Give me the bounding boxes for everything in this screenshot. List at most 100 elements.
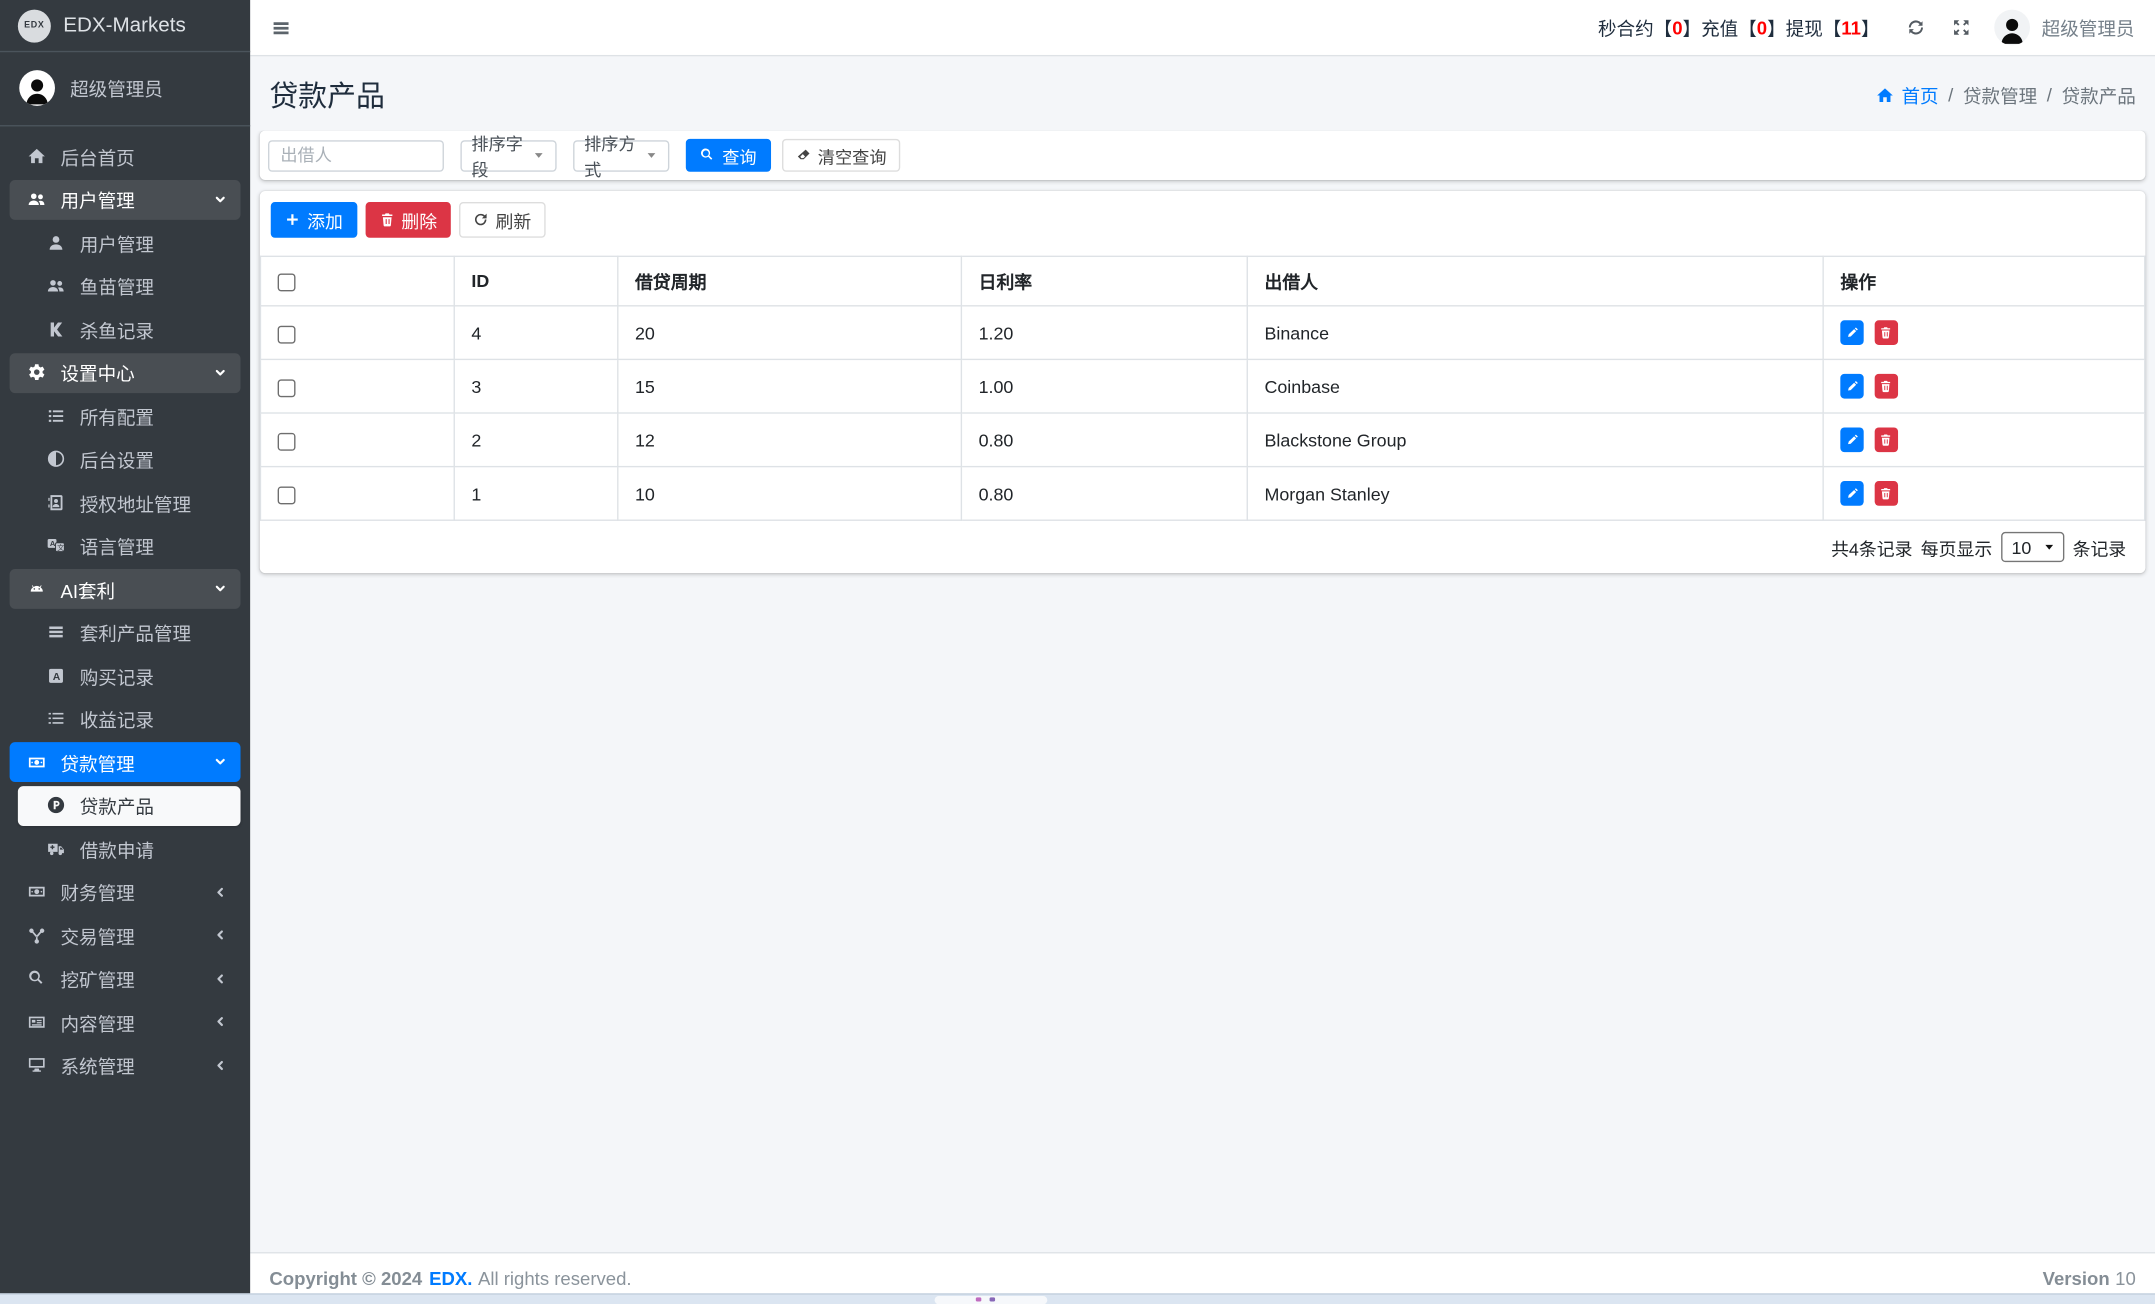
row-checkbox[interactable] <box>277 432 296 451</box>
sidebar-item-arbitrage-products[interactable]: 套利产品管理 <box>18 612 241 652</box>
delete-row-button[interactable] <box>1874 320 1898 345</box>
sitemap-icon <box>22 926 51 945</box>
refresh-button[interactable]: 刷新 <box>459 202 546 238</box>
scrollbar-thumb[interactable] <box>934 1296 1048 1304</box>
money-bill-icon <box>22 883 51 902</box>
sidebar-item-kill-fish-records[interactable]: 杀鱼记录 <box>18 309 241 349</box>
menu-toggle-icon[interactable] <box>271 17 292 38</box>
sidebar-item-all-configs[interactable]: 所有配置 <box>18 396 241 436</box>
sidebar-user-name[interactable]: 超级管理员 <box>70 74 163 101</box>
sidebar-item-ai-arbitrage[interactable]: AI套利 <box>9 569 241 609</box>
edit-row-button[interactable] <box>1840 320 1864 345</box>
table-row: 2 12 0.80 Blackstone Group <box>259 412 2146 468</box>
sidebar-item-trade-management[interactable]: 交易管理 <box>10 915 241 955</box>
sort-field-select[interactable]: 排序字段 <box>460 135 557 180</box>
chevron-down-icon <box>212 365 226 379</box>
sidebar-item-system-management[interactable]: 系统管理 <box>10 1045 241 1085</box>
bracket: 【 <box>1653 19 1673 40</box>
fullscreen-icon[interactable] <box>1951 18 1970 37</box>
delete-row-button[interactable] <box>1874 481 1898 506</box>
sort-order-select[interactable]: 排序方式 <box>573 135 670 180</box>
table-header-row: ID 借贷周期 日利率 出借人 操作 <box>259 255 2146 307</box>
sidebar-item-content-management[interactable]: 内容管理 <box>10 1002 241 1042</box>
sidebar-item-loan-applications[interactable]: 借款申请 <box>18 829 241 869</box>
sidebar-item-finance-management[interactable]: 财务管理 <box>10 872 241 912</box>
navbar-user-name[interactable]: 超级管理员 <box>2042 14 2135 41</box>
copyright-text: Copyright © 2024 <box>269 1268 423 1290</box>
edit-row-button[interactable] <box>1840 373 1864 399</box>
sidebar-item-mining-management[interactable]: 挖矿管理 <box>10 959 241 999</box>
stat-deposit: 充值【0】 <box>1701 14 1786 41</box>
edit-row-button[interactable] <box>1840 481 1864 506</box>
cell-id: 2 <box>453 412 619 468</box>
row-checkbox[interactable] <box>277 378 296 397</box>
user-avatar-icon[interactable] <box>19 70 55 106</box>
svg-text:文: 文 <box>57 543 64 552</box>
refresh-icon[interactable] <box>1906 18 1925 37</box>
navbar-avatar-icon[interactable] <box>1993 9 2030 46</box>
search-button[interactable]: 查询 <box>685 138 771 172</box>
content: 排序字段 排序方式 查询 清空查询 <box>250 130 2155 1253</box>
sidebar-item-backend-settings[interactable]: 后台设置 <box>18 439 241 479</box>
sidebar-item-settings-center[interactable]: 设置中心 <box>9 352 241 393</box>
sidebar-item-label: 借款申请 <box>79 840 154 862</box>
chevron-left-icon <box>212 1058 226 1072</box>
stat-value: 0 <box>1756 17 1768 38</box>
breadcrumb: 首页 / 贷款管理 / 贷款产品 <box>1877 81 2136 108</box>
search-icon <box>700 147 716 163</box>
sidebar-item-user-management-sub[interactable]: 用户管理 <box>18 223 241 263</box>
sidebar-item-auth-address-management[interactable]: 授权地址管理 <box>18 482 241 522</box>
sidebar-item-label: 语言管理 <box>79 537 154 559</box>
cell-id: 4 <box>453 305 619 361</box>
sidebar-item-label: 授权地址管理 <box>79 494 192 515</box>
edit-row-button[interactable] <box>1840 427 1864 453</box>
sidebar-item-profit-records[interactable]: 收益记录 <box>18 699 241 739</box>
total-records-text: 共4条记录 <box>1831 538 1913 559</box>
row-checkbox[interactable] <box>277 485 296 504</box>
delete-row-button[interactable] <box>1874 373 1898 399</box>
delete-row-button[interactable] <box>1874 427 1898 453</box>
brand[interactable]: EDX EDX-Markets <box>0 0 251 53</box>
sidebar-menu: 后台首页 用户管理 用户管理 鱼苗管理 杀鱼记录 设置中心 所有配置 后台设置 … <box>0 126 250 1098</box>
column-header-actions: 操作 <box>1822 255 2146 307</box>
sidebar-item-fry-management[interactable]: 鱼苗管理 <box>18 266 241 306</box>
sidebar-item-label: 财务管理 <box>60 883 135 905</box>
trash-icon <box>1879 433 1893 447</box>
trash-icon <box>1879 379 1893 393</box>
horizontal-scrollbar[interactable] <box>0 1293 2155 1304</box>
delete-button[interactable]: 删除 <box>364 202 451 238</box>
search-icon <box>22 969 51 988</box>
users-icon <box>41 277 70 296</box>
sidebar-item-purchase-records[interactable]: A 购买记录 <box>18 656 241 696</box>
clear-search-button[interactable]: 清空查询 <box>781 138 901 172</box>
pencil-icon <box>1845 379 1859 393</box>
per-page-select[interactable]: 10 <box>2000 531 2065 563</box>
caret-down-icon <box>645 148 659 162</box>
brand-name: EDX-Markets <box>63 13 186 38</box>
sidebar-item-user-management[interactable]: 用户管理 <box>9 179 241 220</box>
sidebar-item-label: 系统管理 <box>60 1056 135 1078</box>
cell-period: 20 <box>617 305 963 361</box>
navbar-right: 秒合约【0】 充值【0】 提现【11】 超级管理员 <box>1598 9 2135 46</box>
sidebar-item-loan-products[interactable]: 贷款产品 <box>17 785 241 826</box>
chevron-left-icon <box>212 885 226 899</box>
cell-daily-rate: 0.80 <box>960 465 1248 521</box>
lender-search-input[interactable] <box>268 139 444 172</box>
add-button[interactable]: 添加 <box>270 202 357 238</box>
sidebar-item-loan-management[interactable]: 贷款管理 <box>9 742 241 783</box>
chevron-down-icon <box>212 582 226 596</box>
sidebar-item-backend-home[interactable]: 后台首页 <box>10 136 241 176</box>
sidebar-item-language-management[interactable]: A文 语言管理 <box>18 526 241 566</box>
row-checkbox[interactable] <box>277 325 296 343</box>
select-all-checkbox[interactable] <box>277 273 296 292</box>
svg-text:A: A <box>52 672 60 683</box>
breadcrumb-separator: / <box>2046 84 2052 106</box>
app-root: EDX EDX-Markets 超级管理员 后台首页 用户管理 用户管理 鱼苗管… <box>0 0 2155 1304</box>
trash-icon <box>379 212 395 228</box>
breadcrumb-home-link[interactable]: 首页 <box>1901 81 1938 108</box>
bracket: 【 <box>1822 19 1842 40</box>
svg-text:A: A <box>50 539 56 548</box>
table-row: 4 20 1.20 Binance <box>259 305 2146 361</box>
footer-brand-link[interactable]: EDX. <box>429 1269 472 1290</box>
chevron-left-icon <box>212 928 226 942</box>
